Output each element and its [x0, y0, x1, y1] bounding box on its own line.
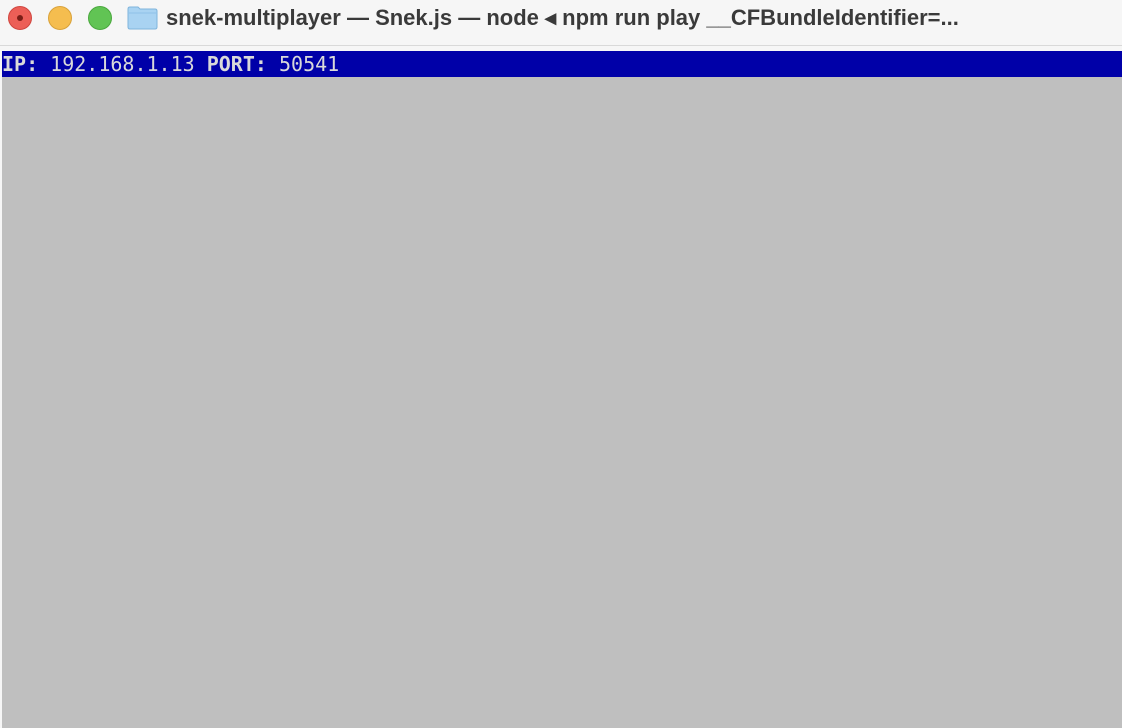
game-area[interactable]: [2, 77, 1122, 728]
terminal-content[interactable]: IP: 192.168.1.13 PORT: 50541: [2, 51, 1122, 728]
close-button[interactable]: [8, 6, 32, 30]
ip-value: 192.168.1.13: [50, 52, 195, 76]
ip-label: IP:: [2, 52, 39, 76]
folder-icon: [127, 6, 158, 30]
port-value: 50541: [278, 52, 340, 76]
title-bar[interactable]: snek-multiplayer — Snek.js — node ◂ npm …: [0, 0, 1122, 46]
port-label: PORT:: [206, 52, 267, 76]
terminal-window: snek-multiplayer — Snek.js — node ◂ npm …: [0, 0, 1122, 728]
zoom-button[interactable]: [88, 6, 112, 30]
status-bar: IP: 192.168.1.13 PORT: 50541: [2, 51, 1122, 77]
minimize-button[interactable]: [48, 6, 72, 30]
window-title: snek-multiplayer — Snek.js — node ◂ npm …: [166, 5, 959, 30]
